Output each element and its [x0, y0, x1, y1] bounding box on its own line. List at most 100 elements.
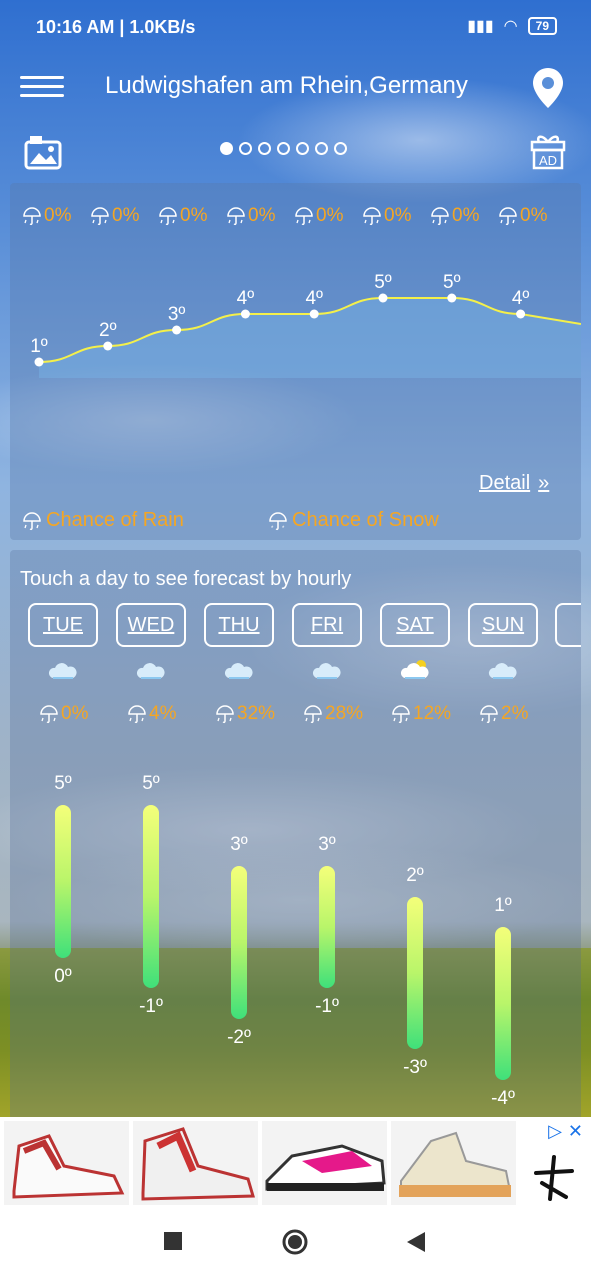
- legend-snow: * * Chance of Snow: [268, 509, 439, 532]
- day-high-label: 5º: [54, 773, 72, 794]
- hourly-precip-value: 0%: [316, 205, 344, 226]
- day-precip-value: 32%: [237, 703, 276, 724]
- day-label: TUE: [43, 614, 83, 636]
- hourly-temp-label: 2º: [99, 320, 117, 341]
- hourly-precip-value: 0%: [44, 205, 72, 226]
- day-button-thu[interactable]: THU: [204, 603, 274, 647]
- ad-brand-logo: [534, 1155, 574, 1201]
- page-dot[interactable]: [239, 142, 252, 155]
- umbrella-icon: [304, 705, 322, 724]
- day-label: FRI: [310, 614, 344, 636]
- hourly-precip-row: 0% 0% 0% 0% 0% 0% 0% 0%: [10, 205, 581, 231]
- hourly-precip: 0%: [90, 205, 139, 227]
- location-pin-icon[interactable]: [530, 66, 566, 110]
- page-dot[interactable]: [277, 142, 290, 155]
- recents-button-icon[interactable]: [163, 1231, 183, 1251]
- day-precip-value: 12%: [413, 703, 452, 724]
- day-button-partial[interactable]: M: [555, 603, 581, 647]
- day-low-label: 0º: [54, 965, 72, 987]
- page-dot[interactable]: [315, 142, 328, 155]
- double-chevron-right-icon: »: [538, 472, 550, 494]
- ad-shoe-3[interactable]: [262, 1121, 387, 1205]
- ad-close-icon[interactable]: ✕: [568, 1121, 583, 1142]
- day-precip: 0%: [39, 703, 88, 725]
- menu-icon[interactable]: [20, 70, 64, 102]
- sub-header: AD: [0, 128, 591, 178]
- ad-shoe-2[interactable]: [133, 1121, 258, 1205]
- detail-label: Detail: [479, 472, 531, 494]
- day-high-label: 3º: [230, 834, 248, 855]
- day-low-label: -2º: [227, 1026, 251, 1048]
- home-button-icon[interactable]: [282, 1229, 308, 1255]
- umbrella-icon: [23, 207, 41, 226]
- snow-umbrella-icon: * *: [269, 511, 287, 531]
- page-dot[interactable]: [334, 142, 347, 155]
- hourly-precip: 0%: [226, 205, 275, 227]
- status-time: 10:16 AM | 1.0KB/s: [36, 17, 196, 37]
- umbrella-icon: [159, 207, 177, 226]
- day-button-tue[interactable]: TUE: [28, 603, 98, 647]
- page-dot[interactable]: [258, 142, 271, 155]
- day-precip: 32%: [215, 703, 275, 725]
- day-low-label: -1º: [315, 996, 339, 1017]
- gift-ad-icon[interactable]: AD: [530, 132, 566, 170]
- page-dot[interactable]: [220, 142, 233, 155]
- day-label: SAT: [396, 614, 434, 636]
- hourly-precip: 0%: [498, 205, 547, 227]
- ad-choices[interactable]: ▷ ✕: [548, 1121, 583, 1142]
- umbrella-icon: [295, 207, 313, 226]
- day-precip-value: 4%: [149, 703, 177, 724]
- umbrella-icon: [40, 705, 58, 724]
- day-high-label: 2º: [406, 864, 424, 886]
- status-icons: ▮▮▮ ◠ 79: [467, 16, 557, 36]
- hourly-temp-point: [516, 309, 526, 319]
- hourly-temp-label: 4º: [237, 288, 255, 309]
- hourly-temp-label: 4º: [512, 288, 530, 309]
- hourly-temp-point: [103, 341, 113, 351]
- hourly-temp-point: [34, 357, 44, 367]
- hourly-temp-label: 1º: [30, 336, 48, 357]
- back-button-icon[interactable]: [405, 1231, 427, 1253]
- hourly-precip: 0%: [294, 205, 343, 227]
- hourly-temp-point: [172, 325, 182, 335]
- location-title[interactable]: Ludwigshafen am Rhein,Germany: [105, 72, 468, 100]
- svg-text:*: *: [282, 526, 285, 531]
- ad-shoe-1[interactable]: [4, 1121, 129, 1205]
- day-button-fri[interactable]: FRI: [292, 603, 362, 647]
- legend-rain: Chance of Rain: [22, 509, 184, 532]
- svg-text:*: *: [271, 526, 274, 531]
- day-button-wed[interactable]: WED: [116, 603, 186, 647]
- day-button-sun[interactable]: SUN: [468, 603, 538, 647]
- hourly-temp-label: 5º: [374, 273, 392, 293]
- partly-cloudy-icon: [400, 660, 429, 679]
- ad-banner[interactable]: ▷ ✕: [0, 1117, 591, 1209]
- legend-snow-label: Chance of Snow: [292, 509, 439, 531]
- hourly-precip: 0%: [430, 205, 479, 227]
- hourly-precip: 0%: [158, 205, 207, 227]
- day-precip-value: 0%: [61, 703, 89, 724]
- hourly-precip-value: 0%: [248, 205, 276, 226]
- day-label: WED: [127, 614, 175, 636]
- daily-forecast-card: Touch a day to see forecast by hourly TU…: [10, 550, 581, 1120]
- day-button-sat[interactable]: SAT: [380, 603, 450, 647]
- svg-text:AD: AD: [539, 153, 557, 168]
- page-dot[interactable]: [296, 142, 309, 155]
- signal-icon: ▮▮▮: [467, 18, 494, 35]
- cloud-icon: [312, 663, 341, 679]
- hourly-temp-label: 5º: [443, 273, 461, 293]
- hourly-precip-value: 0%: [452, 205, 480, 226]
- umbrella-icon: [499, 207, 517, 226]
- detail-link[interactable]: Detail »: [479, 472, 549, 495]
- day-temp-bar: [231, 866, 247, 1019]
- umbrella-icon: [392, 705, 410, 724]
- day-temp-bar: [495, 927, 511, 1080]
- ad-choices-icon[interactable]: ▷: [548, 1121, 562, 1142]
- hourly-temperature-chart: 1º 2º 3º 4º 4º 5º 5º 4º: [30, 273, 581, 378]
- ad-shoe-4[interactable]: [391, 1121, 516, 1205]
- wifi-icon: ◠: [503, 18, 518, 35]
- day-low-label: -1º: [139, 996, 163, 1017]
- wallpaper-icon[interactable]: [24, 134, 62, 170]
- page-indicator: [220, 142, 347, 155]
- day-high-label: 1º: [494, 895, 512, 916]
- day-temp-bar: [143, 805, 159, 988]
